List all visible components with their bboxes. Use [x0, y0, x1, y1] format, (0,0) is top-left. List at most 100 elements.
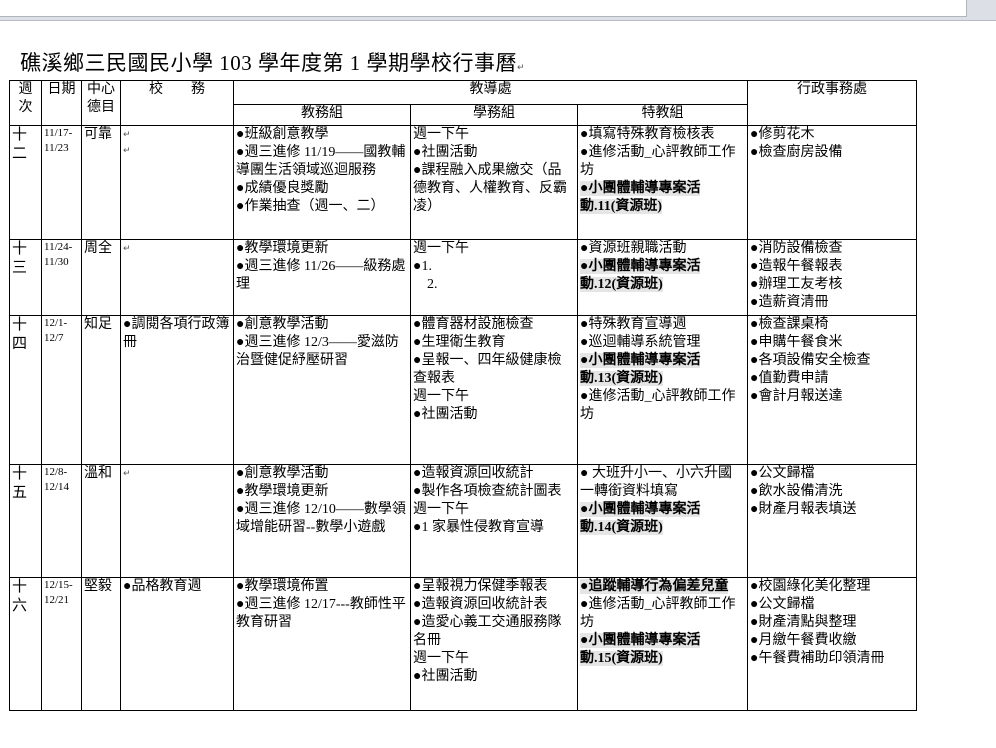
page-title: 礁溪鄉三民國民小學 103 學年度第 1 學期學校行事曆↵ — [20, 47, 525, 77]
header-week: 週次 — [9, 80, 42, 126]
header-special-ed-label: 特教組 — [641, 106, 684, 121]
list-item: ●創意教學活動 — [236, 466, 329, 481]
list-item: ●小團體輔導專案活動.11(資源班) — [580, 181, 701, 214]
paragraph-mark-icon: ↵ — [123, 469, 131, 479]
list-item: ●造報資源回收統計 — [413, 466, 534, 481]
list-item: ●品格教育週 — [123, 579, 202, 594]
list-item: ●週三進修 12/3——愛滋防治暨健促紓壓研習 — [236, 335, 399, 368]
list-item: ●造報午餐報表 — [750, 259, 843, 274]
student-affairs-cell: 週一下午 ●1. 2. — [410, 239, 578, 316]
paragraph-mark-icon: ↵ — [123, 244, 131, 254]
special-ed-cell: ●追蹤輔導行為偏差兒童 ●進修活動_心評教師工作坊 ●小團體輔導專案活動.15(… — [576, 577, 749, 711]
school-cell: ↵ ↵ — [120, 125, 234, 240]
list-item: ●公文歸檔 — [750, 466, 815, 481]
list-item: ●造愛心義工交通服務隊名冊 — [413, 615, 562, 648]
virtue-cell: 周全 — [81, 239, 121, 316]
list-item: ●社團活動 — [413, 407, 478, 422]
student-affairs-cell: ●體育器材設施檢查 ●生理衛生教育 ●呈報一、四年級健康檢查報表 週一下午 ●社… — [410, 315, 578, 465]
date-cell: 11/17-11/23 — [41, 125, 82, 240]
paragraph-mark-icon: ↵ — [517, 63, 526, 73]
list-item: ●教學環境更新 — [236, 484, 329, 499]
academic-cell: ●教學環境佈置 ●週三進修 12/17---教師性平教育研習 — [233, 577, 411, 711]
list-item: ●飲水設備清洗 — [750, 484, 843, 499]
list-item: ●財產月報表填送 — [750, 502, 857, 517]
header-week-label: 週次 — [18, 82, 33, 115]
virtue-cell: 可靠 — [81, 125, 121, 240]
list-item: ●午餐費補助印領清冊 — [750, 651, 885, 666]
week-cell: 十二 — [9, 125, 42, 240]
header-admin: 行政事務處 — [747, 80, 918, 126]
calendar-table: 週次 日期 中心德目 校 務 教導處 行政事務處 教務組 學務組 特教組 十二 … — [9, 80, 918, 711]
list-item: ●申購午餐食米 — [750, 335, 843, 350]
list-item: ●小團體輔導專案活動.15(資源班) — [580, 633, 701, 666]
list-item: ●月繳午餐費收繳 — [750, 633, 857, 648]
list-item: ●調閱各項行政簿冊 — [123, 317, 230, 350]
table-row: 十六 12/15-12/21 堅毅 ●品格教育週 ●教學環境佈置 ●週三進修 1… — [9, 577, 918, 711]
list-item: ●小團體輔導專案活動.12(資源班) — [580, 259, 701, 292]
list-item: ●消防設備檢查 — [750, 241, 843, 256]
list-item: ●週三進修 11/19——國教輔導團生活領域巡迴服務 — [236, 145, 406, 178]
list-item: ●課程融入成果繳交（品德教育、人權教育、反霸凌） — [413, 163, 567, 214]
admin-cell: ●校園綠化美化整理 ●公文歸檔 ●財產清點與整理 ●月繳午餐費收繳 ●午餐費補助… — [747, 577, 918, 711]
virtue-cell: 知足 — [81, 315, 121, 465]
list-item: ●週三進修 11/26——級務處理 — [236, 259, 406, 292]
date-cell: 11/24-11/30 — [41, 239, 82, 316]
list-item: ●進修活動_心評教師工作坊 — [580, 389, 736, 422]
date-cell: 12/8-12/14 — [41, 464, 82, 578]
school-cell: ●品格教育週 — [120, 577, 234, 711]
list-item: 週一下午 — [413, 241, 469, 256]
list-item: ●值勤費申請 — [750, 371, 829, 386]
document-top-toolbar — [0, 0, 996, 21]
week-cell: 十三 — [9, 239, 42, 316]
list-item: ●巡迴輔導系統管理 — [580, 335, 701, 350]
list-item: ●資源班親職活動 — [580, 241, 687, 256]
list-item: ●成績優良獎勵 — [236, 181, 329, 196]
list-item: ●進修活動_心評教師工作坊 — [580, 145, 736, 178]
special-ed-cell: ●特殊教育宣導週 ●巡迴輔導系統管理 ●小團體輔導專案活動.13(資源班) ●進… — [576, 315, 749, 465]
list-item: ●追蹤輔導行為偏差兒童 — [580, 579, 729, 594]
list-item: ●造薪資清冊 — [750, 295, 829, 310]
list-item: ●1 家暴性侵教育宣導 — [413, 520, 544, 535]
toolbar-panel — [0, 0, 967, 17]
list-item: ●教學環境更新 — [236, 241, 329, 256]
list-item: ●會計月報送達 — [750, 389, 843, 404]
academic-cell: ●創意教學活動 ●教學環境更新 ●週三進修 12/10——數學領域增能研習--數… — [233, 464, 411, 578]
header-academic-label: 教務組 — [301, 106, 343, 121]
list-item: 週一下午 — [413, 502, 469, 517]
header-virtue: 中心德目 — [81, 80, 121, 126]
list-item: ●社團活動 — [413, 145, 478, 160]
list-item: ●小團體輔導專案活動.14(資源班) — [580, 502, 701, 535]
special-ed-cell: ● 大班升小一、小六升國一轉銜資料填寫 ●小團體輔導專案活動.14(資源班) — [576, 464, 749, 578]
list-item: ●教學環境佈置 — [236, 579, 329, 594]
week-cell: 十六 — [9, 577, 42, 711]
list-item: ●辦理工友考核 — [750, 277, 843, 292]
header-school: 校 務 — [120, 80, 234, 126]
list-item: ●檢查廚房設備 — [750, 145, 843, 160]
school-cell: ↵ — [120, 239, 234, 316]
academic-cell: ●教學環境更新 ●週三進修 11/26——級務處理 — [233, 239, 411, 316]
admin-cell: ●公文歸檔 ●飲水設備清洗 ●財產月報表填送 — [747, 464, 918, 578]
virtue-cell: 堅毅 — [81, 577, 121, 711]
list-item: ●體育器材設施檢查 — [413, 317, 534, 332]
header-teaching-office-label: 教導處 — [469, 82, 512, 97]
header-special-ed: 特教組 — [576, 104, 749, 126]
student-affairs-cell: ●造報資源回收統計 ●製作各項檢查統計圖表 週一下午 ●1 家暴性侵教育宣導 — [410, 464, 578, 578]
header-admin-label: 行政事務處 — [797, 82, 868, 97]
header-date: 日期 — [41, 80, 82, 126]
list-item: ●特殊教育宣導週 — [580, 317, 687, 332]
academic-cell: ●創意教學活動 ●週三進修 12/3——愛滋防治暨健促紓壓研習 — [233, 315, 411, 465]
list-item: ●生理衛生教育 — [413, 335, 506, 350]
list-item: ●進修活動_心評教師工作坊 — [580, 597, 736, 630]
school-cell: ↵ — [120, 464, 234, 578]
list-item: ●修剪花木 — [750, 127, 815, 142]
list-item: ●創意教學活動 — [236, 317, 329, 332]
list-item: ●製作各項檢查統計圖表 — [413, 484, 562, 499]
admin-cell: ●消防設備檢查 ●造報午餐報表 ●辦理工友考核 ●造薪資清冊 — [747, 239, 918, 316]
header-student-affairs: 學務組 — [410, 104, 578, 126]
header-row-1: 週次 日期 中心德目 校 務 教導處 行政事務處 — [9, 80, 918, 126]
list-item: ●社團活動 — [413, 669, 478, 684]
page-title-text: 礁溪鄉三民國民小學 103 學年度第 1 學期學校行事曆 — [20, 51, 517, 75]
header-student-affairs-label: 學務組 — [473, 106, 515, 121]
table-row: 十三 11/24-11/30 周全 ↵ ●教學環境更新 ●週三進修 11/26—… — [9, 239, 918, 316]
list-item: ●週三進修 12/10——數學領域增能研習--數學小遊戲 — [236, 502, 406, 535]
